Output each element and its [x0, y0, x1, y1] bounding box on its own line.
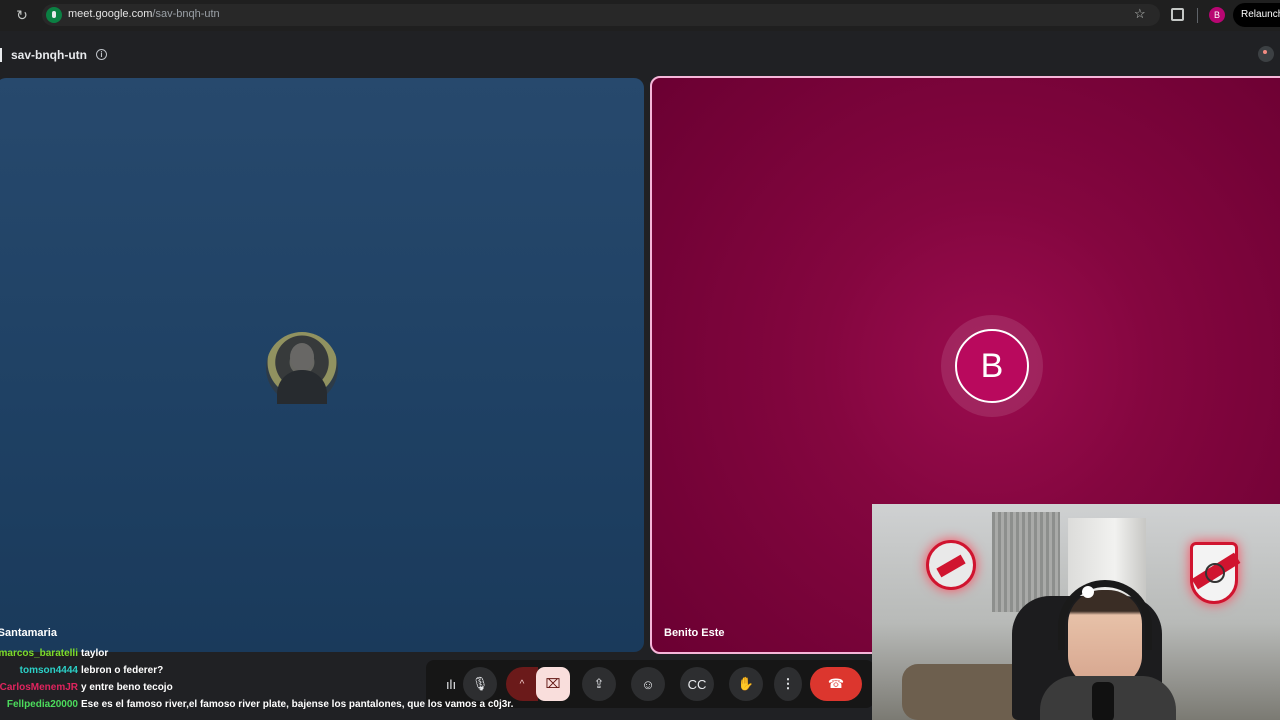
- avatar-head: [290, 343, 314, 371]
- river-plate-badge-icon: [926, 540, 976, 590]
- stream-chat-overlay: marcos_baratelli taylor tomson4444 lebro…: [0, 648, 560, 716]
- extensions-icon[interactable]: [1171, 8, 1184, 21]
- river-plate-shield-icon: [1190, 542, 1241, 604]
- header-accent: [0, 48, 2, 62]
- captions-button[interactable]: CC: [680, 667, 714, 701]
- reload-icon[interactable]: ↻: [14, 7, 30, 23]
- profile-avatar[interactable]: B: [1209, 7, 1225, 23]
- participant-status-icon[interactable]: [1258, 46, 1274, 62]
- participant-initial-avatar: B: [955, 329, 1029, 403]
- ceiling-light: [1082, 586, 1094, 598]
- bookmark-star-icon[interactable]: ☆: [1134, 6, 1146, 22]
- chat-message: Fellpedia20000 Ese es el famoso river,el…: [0, 699, 560, 716]
- toolbar-divider: [1197, 8, 1198, 23]
- participant-tile-1[interactable]: iano Santamaria: [0, 78, 644, 652]
- meeting-code: sav-bnqh-utn: [11, 48, 87, 62]
- reactions-button[interactable]: ☺: [631, 667, 665, 701]
- chat-username: marcos_baratelli: [0, 648, 78, 659]
- meeting-header: sav-bnqh-utn i: [0, 36, 1280, 76]
- url-text: meet.google.com/sav-bnqh-utn: [68, 8, 220, 20]
- relaunch-button[interactable]: Relaunch t: [1233, 3, 1280, 27]
- participant-name: iano Santamaria: [0, 627, 57, 639]
- chat-username: tomson4444: [19, 665, 78, 676]
- raise-hand-button[interactable]: ✋: [729, 667, 763, 701]
- site-mic-icon[interactable]: [46, 7, 62, 23]
- participant-avatar-photo: [266, 332, 338, 404]
- chat-message: marcos_baratelli taylor: [0, 648, 560, 665]
- participant-name: Benito Este: [664, 627, 725, 639]
- more-options-button[interactable]: ⋮: [774, 667, 802, 701]
- address-bar[interactable]: meet.google.com/sav-bnqh-utn: [42, 4, 1160, 26]
- chat-text: taylor: [81, 648, 109, 659]
- chat-username: Fellpedia20000: [6, 699, 78, 710]
- leave-call-button[interactable]: ☎: [810, 667, 862, 701]
- streamer-webcam: [872, 504, 1280, 720]
- chat-message: CarlosMenemJR y entre beno tecojo: [0, 682, 560, 699]
- chat-username: CarlosMenemJR: [0, 682, 78, 693]
- chat-text: Ese es el famoso river,el famoso river p…: [81, 699, 514, 710]
- avatar-body: [277, 370, 327, 404]
- chat-text: y entre beno tecojo: [81, 682, 173, 693]
- browser-toolbar: ↻ meet.google.com/sav-bnqh-utn ☆ B Relau…: [0, 0, 1280, 31]
- chat-message: tomson4444 lebron o federer?: [0, 665, 560, 682]
- microphone-icon: [1092, 682, 1114, 720]
- present-screen-button[interactable]: ⇪: [582, 667, 616, 701]
- chat-text: lebron o federer?: [81, 665, 164, 676]
- meeting-info-icon[interactable]: i: [96, 49, 107, 60]
